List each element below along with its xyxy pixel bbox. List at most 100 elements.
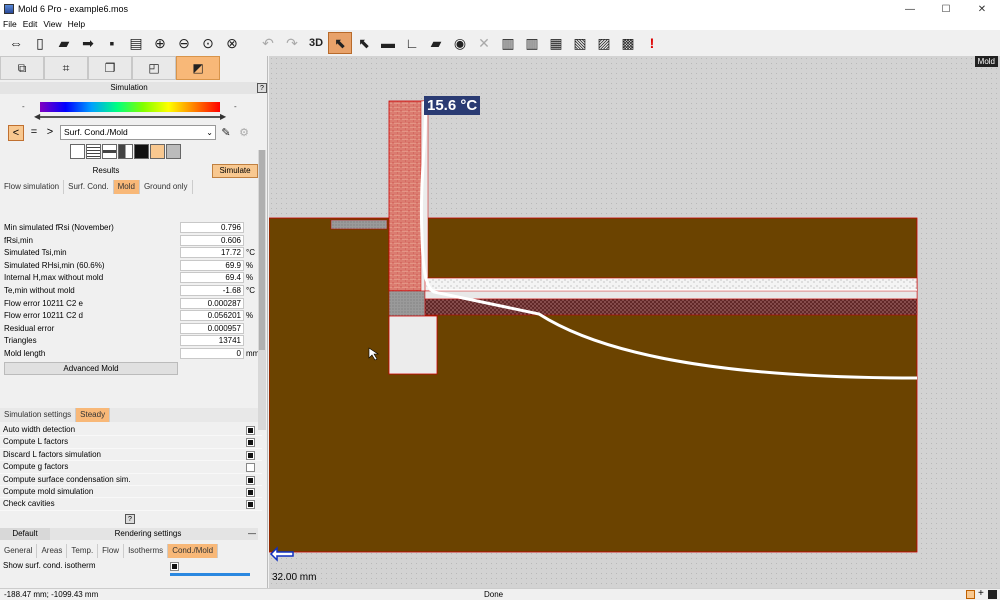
select-pointer-icon[interactable]: ⬉ <box>328 32 352 54</box>
tab-steady[interactable]: Steady <box>76 408 111 422</box>
render-drop-icon[interactable] <box>150 144 165 159</box>
result-value[interactable]: 0.000287 <box>180 297 244 309</box>
render-split-icon[interactable] <box>118 144 133 159</box>
layers-icon[interactable]: ❐ <box>88 56 132 80</box>
sim-setting-checkbox[interactable] <box>246 500 255 510</box>
print-icon[interactable]: ▤ <box>124 32 148 54</box>
chart-bars2-icon[interactable]: ▥ <box>520 32 544 54</box>
color-scale-gradient <box>40 102 220 112</box>
advanced-mold-button[interactable]: Advanced Mold <box>4 362 178 375</box>
tab-areas[interactable]: Areas <box>37 544 68 558</box>
new-file-icon[interactable]: ▯ <box>28 32 52 54</box>
tab-cond-mold[interactable]: Cond./Mold <box>168 544 219 558</box>
plus-icon[interactable]: + <box>978 588 984 599</box>
angle-icon[interactable]: ∟ <box>400 32 424 54</box>
collapse-button[interactable]: — <box>246 528 258 540</box>
result-value[interactable]: 0.056201 <box>180 310 244 322</box>
help-button[interactable]: ? <box>257 83 267 93</box>
open-folder-icon[interactable]: ▰ <box>52 32 76 54</box>
result-value[interactable]: 0 <box>180 347 244 359</box>
tab-general[interactable]: General <box>0 544 38 558</box>
sim-setting-checkbox[interactable] <box>246 475 255 485</box>
minimize-button[interactable]: — <box>892 0 928 18</box>
default-label[interactable]: Default <box>0 528 50 540</box>
prev-button[interactable]: < <box>8 125 24 141</box>
close-button[interactable]: ✕ <box>964 0 1000 18</box>
maximize-button[interactable]: ☐ <box>928 0 964 18</box>
menu-view[interactable]: View <box>40 19 64 29</box>
drawing-canvas[interactable]: Mold 15.6 °C 32.00 mm <box>269 56 1000 588</box>
render-solid-icon[interactable] <box>70 144 85 159</box>
scroll-thumb[interactable] <box>259 150 265 350</box>
eyedropper-icon[interactable]: ✎ <box>217 123 235 141</box>
undo-icon[interactable]: ↶ <box>256 32 280 54</box>
comment-icon[interactable]: ▰ <box>424 32 448 54</box>
import-icon[interactable]: ➡ <box>76 32 100 54</box>
sim-setting-row: Discard L factors simulation <box>0 449 262 462</box>
square-icon[interactable] <box>988 590 997 599</box>
result-value[interactable]: 69.4 <box>180 272 244 284</box>
tab-flow-simulation[interactable]: Flow simulation <box>0 180 65 194</box>
isotherm-color-bar[interactable] <box>170 573 250 576</box>
sim-setting-checkbox[interactable] <box>246 438 255 448</box>
select-add-icon[interactable]: ⬉ <box>352 32 376 54</box>
result-value[interactable]: 0.000957 <box>180 322 244 334</box>
save-icon[interactable]: ▪ <box>100 32 124 54</box>
result-value[interactable]: 0.606 <box>180 234 244 246</box>
gt-chart-icon[interactable]: ▨ <box>592 32 616 54</box>
tab-mold[interactable]: Mold <box>113 180 140 194</box>
tab-surf-cond[interactable]: Surf. Cond. <box>64 180 114 194</box>
show-isotherm-checkbox[interactable] <box>170 562 179 571</box>
chart-dots-icon[interactable]: ▩ <box>616 32 640 54</box>
menu-help[interactable]: Help <box>65 19 88 29</box>
settings-disabled-icon[interactable]: ⚙ <box>235 123 253 141</box>
grid-toggle-icon[interactable] <box>966 590 975 599</box>
grid-off-icon[interactable]: ✕ <box>472 32 496 54</box>
next-button[interactable]: > <box>42 125 58 141</box>
lt-chart-icon[interactable]: ▧ <box>568 32 592 54</box>
material-icon[interactable]: ◰ <box>132 56 176 80</box>
result-value[interactable]: 17.72 <box>180 247 244 259</box>
render-bands-icon[interactable] <box>102 144 117 159</box>
sim-help-button[interactable]: ? <box>125 514 135 524</box>
tab-temp[interactable]: Temp. <box>67 544 99 558</box>
render-lines-icon[interactable] <box>86 144 101 159</box>
result-value[interactable]: 13741 <box>180 335 244 347</box>
menu-file[interactable]: File <box>0 19 20 29</box>
result-value[interactable]: -1.68 <box>180 284 244 296</box>
view-3d-button[interactable]: 3D <box>304 32 328 54</box>
menu-edit[interactable]: Edit <box>20 19 41 29</box>
geometry-icon[interactable]: ⧉ <box>0 56 44 80</box>
sim-setting-checkbox[interactable] <box>246 487 255 497</box>
chart-fill-icon[interactable]: ▦ <box>544 32 568 54</box>
zoom-in-icon[interactable]: ⊕ <box>148 32 172 54</box>
move-arrows-icon[interactable]: ⇔ <box>4 32 28 54</box>
sim-setting-checkbox[interactable] <box>246 426 255 435</box>
redo-icon[interactable]: ↷ <box>280 32 304 54</box>
simulation-mode-icon[interactable]: ◩ <box>176 56 220 80</box>
ruler-icon[interactable]: ▬ <box>376 32 400 54</box>
tab-flow[interactable]: Flow <box>98 544 125 558</box>
mode-select[interactable]: Surf. Cond./Mold ⌄ <box>60 125 216 140</box>
tab-isotherms[interactable]: Isotherms <box>124 544 169 558</box>
equal-button[interactable]: = <box>26 125 42 141</box>
slider-right-arrow-icon[interactable]: ▶ <box>220 112 226 121</box>
zoom-out-icon[interactable]: ⊖ <box>172 32 196 54</box>
result-value[interactable]: 0.796 <box>180 222 244 233</box>
eye-icon[interactable]: ◉ <box>448 32 472 54</box>
zoom-window-icon[interactable]: ⊗ <box>220 32 244 54</box>
left-panel-scrollbar[interactable] <box>258 150 266 430</box>
render-dark-icon[interactable] <box>134 144 149 159</box>
render-frame-icon[interactable] <box>166 144 181 159</box>
color-range-slider[interactable] <box>40 116 224 118</box>
tab-simulation-settings[interactable]: Simulation settings <box>0 408 77 422</box>
crop-icon[interactable]: ⌗ <box>44 56 88 80</box>
zoom-fit-icon[interactable]: ⊙ <box>196 32 220 54</box>
sim-setting-checkbox[interactable] <box>246 450 255 460</box>
chart-bars-icon[interactable]: ▥ <box>496 32 520 54</box>
result-value[interactable]: 69.9 <box>180 259 244 271</box>
warning-exclamation-icon[interactable]: ! <box>640 32 664 54</box>
simulate-button[interactable]: Simulate <box>212 164 258 178</box>
sim-setting-checkbox[interactable] <box>246 463 255 473</box>
tab-ground-only[interactable]: Ground only <box>140 180 193 194</box>
